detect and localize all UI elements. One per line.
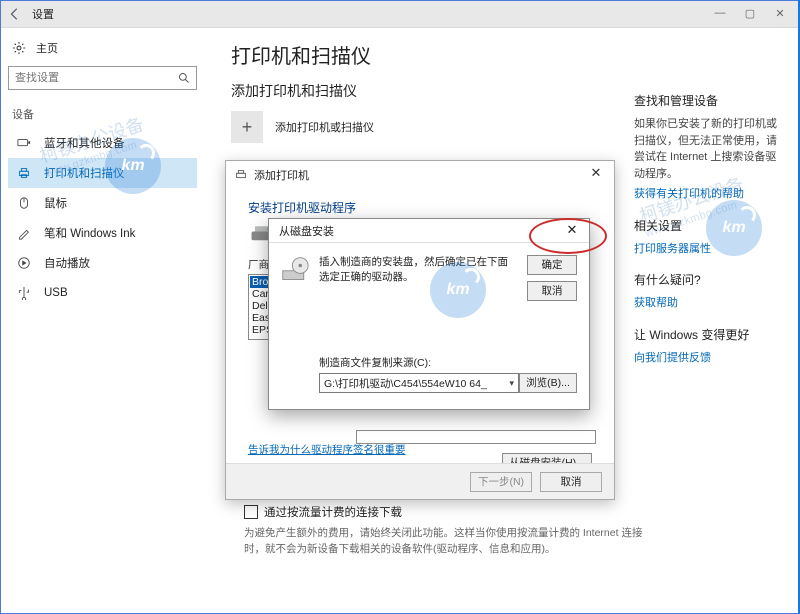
home-label: 主页 bbox=[36, 40, 58, 56]
window-buttons: ― ▢ ✕ bbox=[714, 7, 794, 20]
right-column: 查找和管理设备 如果你已安装了新的打印机或扫描仪，但无法正常使用，请尝试在 In… bbox=[634, 92, 786, 380]
sidebar-item-label: 笔和 Windows Ink bbox=[44, 225, 135, 241]
metered-label: 通过按流量计费的连接下载 bbox=[264, 504, 402, 520]
sidebar-item-bluetooth[interactable]: 蓝牙和其他设备 bbox=[8, 128, 197, 158]
link-print-server[interactable]: 打印服务器属性 bbox=[634, 241, 786, 258]
autoplay-icon bbox=[16, 255, 32, 271]
bluetooth-icon bbox=[16, 135, 32, 151]
sidebar-item-label: 鼠标 bbox=[44, 195, 67, 211]
link-printer-help[interactable]: 获得有关打印机的帮助 bbox=[634, 186, 786, 203]
sidebar-item-label: 蓝牙和其他设备 bbox=[44, 135, 125, 151]
sidebar-item-label: 打印机和扫描仪 bbox=[44, 165, 125, 181]
search-input[interactable] bbox=[9, 72, 172, 84]
dialog-footer: 下一步(N) 取消 bbox=[226, 463, 614, 499]
link-feedback[interactable]: 向我们提供反馈 bbox=[634, 350, 786, 367]
disk-dialog-close-button[interactable]: ✕ bbox=[561, 222, 583, 240]
right-heading-manage: 查找和管理设备 bbox=[634, 92, 786, 110]
close-button[interactable]: ✕ bbox=[774, 7, 786, 20]
source-path-value: G:\打印机驱动\C454\554eW10 64_ bbox=[324, 376, 487, 391]
dialog-titlebar: 添加打印机 bbox=[226, 161, 614, 189]
link-get-help[interactable]: 获取帮助 bbox=[634, 295, 786, 312]
sidebar-item-printers[interactable]: 打印机和扫描仪 bbox=[8, 158, 197, 188]
driver-signing-link[interactable]: 告诉我为什么驱动程序签名很重要 bbox=[248, 442, 406, 457]
maximize-button[interactable]: ▢ bbox=[744, 7, 756, 20]
disk-dialog-title: 从磁盘安装 bbox=[279, 223, 334, 239]
add-printer-label: 添加打印机或扫描仪 bbox=[275, 119, 374, 135]
sidebar-item-label: USB bbox=[44, 287, 68, 299]
settings-sidebar: 主页 设备 蓝牙和其他设备 打印机和扫描仪 鼠标 笔和 Windows Ink bbox=[0, 28, 205, 614]
next-button[interactable]: 下一步(N) bbox=[470, 472, 532, 492]
plus-icon[interactable]: + bbox=[231, 111, 263, 143]
sidebar-item-pen[interactable]: 笔和 Windows Ink bbox=[8, 218, 197, 248]
cancel-button[interactable]: 取消 bbox=[540, 472, 602, 492]
dialog-close-button[interactable]: ✕ bbox=[582, 163, 610, 183]
sidebar-item-label: 自动播放 bbox=[44, 255, 90, 271]
disk-icon bbox=[281, 255, 309, 283]
cancel-button[interactable]: 取消 bbox=[527, 281, 577, 301]
browse-button[interactable]: 浏览(B)... bbox=[519, 373, 577, 393]
chevron-down-icon: ▾ bbox=[509, 378, 514, 389]
printer-icon bbox=[234, 168, 248, 182]
minimize-button[interactable]: ― bbox=[714, 7, 726, 20]
search-icon[interactable] bbox=[172, 67, 196, 89]
metered-checkbox[interactable] bbox=[244, 505, 258, 519]
home-link[interactable]: 主页 bbox=[8, 34, 197, 66]
search-box[interactable] bbox=[8, 66, 197, 90]
mouse-icon bbox=[16, 195, 32, 211]
usb-icon bbox=[16, 285, 32, 301]
ok-button[interactable]: 确定 bbox=[527, 255, 577, 275]
printer-icon bbox=[16, 165, 32, 181]
window-title: 设置 bbox=[32, 6, 54, 22]
source-path-combo[interactable]: G:\打印机驱动\C454\554eW10 64_ ▾ bbox=[319, 373, 519, 393]
back-icon[interactable] bbox=[6, 5, 24, 23]
right-heading-better: 让 Windows 变得更好 bbox=[634, 326, 786, 344]
install-from-disk-dialog: 从磁盘安装 ✕ 插入制造商的安装盘，然后确定已在下面选定正确的驱动器。 确定 取… bbox=[268, 218, 590, 410]
right-heading-related: 相关设置 bbox=[634, 217, 786, 235]
right-heading-question: 有什么疑问? bbox=[634, 271, 786, 289]
pen-icon bbox=[16, 225, 32, 241]
metered-section: 通过按流量计费的连接下载 为避免产生额外的费用，请始终关闭此功能。这样当你使用按… bbox=[244, 504, 644, 558]
right-manage-text: 如果你已安装了新的打印机或扫描仪，但无法正常使用，请尝试在 Internet 上… bbox=[634, 116, 786, 182]
gear-icon bbox=[12, 41, 26, 55]
dialog-title: 添加打印机 bbox=[254, 167, 309, 183]
section-label: 设备 bbox=[8, 104, 197, 128]
source-label: 制造商文件复制来源(C): bbox=[319, 355, 431, 370]
metered-description: 为避免产生额外的费用，请始终关闭此功能。这样当你使用按流量计费的 Interne… bbox=[244, 526, 644, 558]
sidebar-item-usb[interactable]: USB bbox=[8, 278, 197, 308]
page-title: 打印机和扫描仪 bbox=[231, 40, 780, 69]
window-titlebar: 设置 ― ▢ ✕ bbox=[0, 0, 800, 28]
sidebar-item-mouse[interactable]: 鼠标 bbox=[8, 188, 197, 218]
disk-dialog-titlebar: 从磁盘安装 ✕ bbox=[269, 219, 589, 243]
sidebar-item-autoplay[interactable]: 自动播放 bbox=[8, 248, 197, 278]
